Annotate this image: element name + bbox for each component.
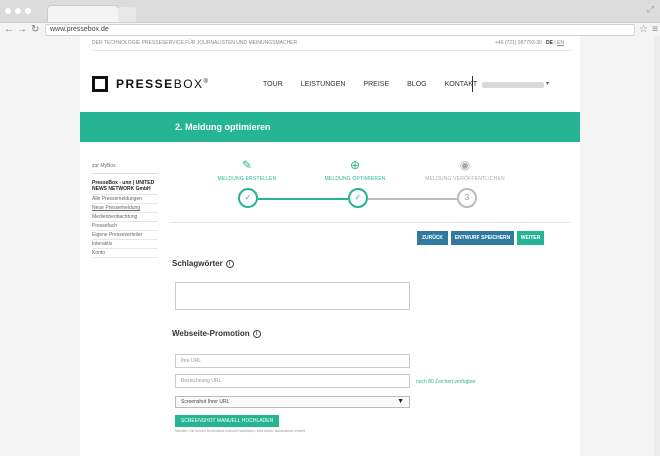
browser-nav-row: ← → ↻ www.pressebox.de ☆ ≡: [0, 22, 660, 36]
page-content: DER TECHNOLOGIE PRESSESERVICE FÜR JOURNA…: [80, 36, 580, 456]
step-publish: ◉ MELDUNG VERÖFFENTLICHEN: [410, 158, 520, 182]
url-input[interactable]: Ihre URL: [175, 354, 410, 368]
next-button[interactable]: WEITER: [517, 231, 544, 245]
dropdown-arrow-icon[interactable]: ▼: [397, 397, 404, 407]
nav-item-leistungen[interactable]: LEISTUNGEN: [301, 81, 346, 88]
url-label-input[interactable]: Bezeichnung URL: [175, 374, 410, 388]
screenshot-select[interactable]: Screenshot Ihrer URL ▼: [175, 396, 410, 408]
lang-separator: |: [554, 40, 556, 46]
window-controls[interactable]: [5, 8, 31, 14]
banner-title: 2. Meldung optimieren: [175, 122, 271, 132]
step-create: ✎ MELDUNG ERSTELLEN: [192, 158, 302, 182]
reload-icon[interactable]: ↻: [31, 23, 39, 36]
back-arrow-icon[interactable]: ←: [4, 23, 14, 36]
plus-circle-icon: ⊕: [349, 158, 361, 172]
promotion-heading: Webseite-Promotion i: [172, 329, 261, 338]
browser-tab-bar: ⤢: [0, 0, 660, 22]
info-icon[interactable]: i: [252, 330, 261, 338]
step-optimize-label: MELDUNG OPTIMIEREN: [324, 176, 386, 182]
step-create-label: MELDUNG ERSTELLEN: [217, 176, 277, 182]
char-counter: noch 80 Zeichen verfügbar: [416, 379, 476, 385]
save-draft-button[interactable]: ENTWURF SPEICHERN: [451, 231, 514, 245]
lang-de-link[interactable]: DE: [546, 40, 553, 46]
page-scrollbar[interactable]: [654, 36, 660, 456]
top-divider: [92, 50, 572, 51]
main-navigation: TOUR LEISTUNGEN PREISE BLOG KONTAKT: [263, 81, 495, 88]
eye-icon: ◉: [459, 158, 471, 172]
step-publish-label: MELDUNG VERÖFFENTLICHEN: [425, 176, 505, 182]
steps-divider: [170, 222, 570, 223]
minimize-window-dot[interactable]: [15, 8, 21, 14]
step-2-check-circle: ✓: [348, 188, 368, 208]
top-info-bar: DER TECHNOLOGIE PRESSESERVICE FÜR JOURNA…: [92, 40, 572, 51]
bookmark-star-icon[interactable]: ☆: [639, 23, 648, 36]
browser-chrome: ⤢ ← → ↻ www.pressebox.de ☆ ≡: [0, 0, 660, 36]
upload-screenshot-button[interactable]: SCREENSHOT MANUELL HOCHLADEN: [175, 415, 279, 427]
lang-en-link[interactable]: EN: [557, 40, 564, 46]
sidebar-item-press-box[interactable]: Pressefach: [92, 222, 158, 231]
nav-item-preise[interactable]: PREISE: [363, 81, 389, 88]
pressebox-logo[interactable]: PRESSEBOX®: [92, 76, 209, 92]
sidebar-company-name: PresseBox - unn | UNITED NEWS NETWORK Gm…: [92, 180, 155, 192]
address-bar[interactable]: www.pressebox.de: [45, 24, 635, 36]
user-menu-blurred[interactable]: [482, 82, 544, 88]
sidebar-item-account[interactable]: Konto: [92, 249, 158, 258]
forward-arrow-icon[interactable]: →: [17, 23, 27, 36]
sidebar-item-distribution-lists[interactable]: Eigene Presseverteiler: [92, 231, 158, 240]
keywords-heading: Schlagwörter i: [172, 259, 234, 268]
progress-line-1: [258, 198, 348, 200]
browser-tab[interactable]: [47, 5, 119, 22]
top-right-links: +49 (721) 987793-30 DE | EN: [495, 40, 564, 46]
upload-hint-text: Möchten Sie keinen Screenshot manuell ho…: [175, 429, 306, 433]
logo-square-icon: [92, 76, 108, 92]
user-menu-caret-icon[interactable]: ▾: [546, 80, 549, 87]
sidebar-item-new-release[interactable]: Neue Pressemeldung: [92, 204, 158, 213]
nav-item-tour[interactable]: TOUR: [263, 81, 283, 88]
sidebar-item-interactive[interactable]: Interaktiv: [92, 240, 158, 249]
screenshot-select-value: Screenshot Ihrer URL: [181, 399, 230, 405]
step-banner: 2. Meldung optimieren: [80, 112, 580, 142]
page-viewport: DER TECHNOLOGIE PRESSESERVICE FÜR JOURNA…: [0, 36, 660, 456]
browser-menu-icon[interactable]: ≡: [652, 23, 658, 36]
maximize-window-dot[interactable]: [25, 8, 31, 14]
step-optimize: ⊕ MELDUNG OPTIMIEREN: [300, 158, 410, 182]
new-tab-button[interactable]: [118, 7, 136, 22]
info-icon[interactable]: i: [225, 260, 234, 268]
step-1-check-circle: ✓: [238, 188, 258, 208]
edit-icon: ✎: [241, 158, 253, 172]
keywords-textarea[interactable]: [175, 282, 410, 310]
logo-text: PRESSEBOX®: [116, 77, 210, 91]
phone-number: +49 (721) 987793-30: [494, 40, 542, 46]
sidebar: zur MyBox PresseBox - unn | UNITED NEWS …: [92, 163, 158, 258]
fullscreen-icon[interactable]: ⤢: [647, 4, 654, 15]
tagline: DER TECHNOLOGIE PRESSESERVICE FÜR JOURNA…: [92, 40, 298, 46]
step-3-number-circle: 3: [457, 188, 477, 208]
back-button[interactable]: ZURÜCK: [417, 231, 448, 245]
sidebar-item-all-releases[interactable]: Alle Pressemeldungen: [92, 194, 158, 204]
sidebar-back-link[interactable]: zur MyBox: [92, 163, 158, 174]
close-window-dot[interactable]: [5, 8, 11, 14]
sidebar-item-media-monitoring[interactable]: Medienbeobachtung: [92, 213, 158, 222]
nav-divider: [472, 76, 473, 92]
progress-line-2: [368, 198, 458, 200]
nav-item-blog[interactable]: BLOG: [407, 81, 426, 88]
